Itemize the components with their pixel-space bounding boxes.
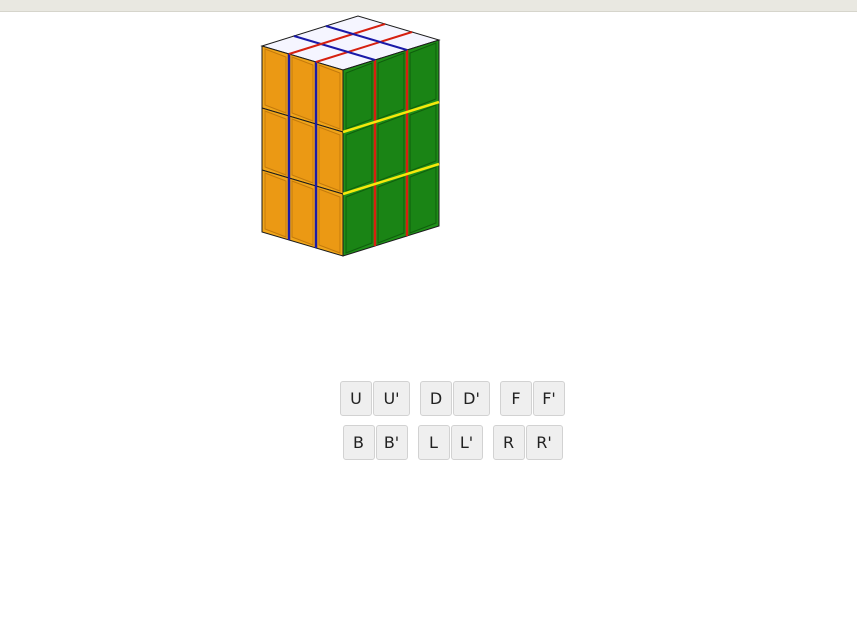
group-r: R R' — [492, 425, 563, 460]
move-r-button[interactable]: R — [492, 425, 525, 460]
move-u-button[interactable]: U — [340, 381, 372, 416]
move-row-1: U U' D D' F F' — [0, 381, 857, 416]
left-face-sticker-inner — [318, 64, 341, 130]
right-face-sticker-inner — [409, 42, 437, 110]
left-face-sticker-inner — [291, 56, 314, 122]
move-row-2: B B' L L' R R' — [0, 425, 857, 460]
move-d-button[interactable]: D — [420, 381, 452, 416]
left-face-sticker-inner — [264, 110, 287, 176]
move-b-button[interactable]: B — [342, 425, 375, 460]
rubiks-cube-3d-view[interactable] — [195, 8, 495, 298]
right-face-sticker-inner — [409, 166, 437, 234]
left-face-sticker-inner — [264, 172, 287, 238]
move-l-button[interactable]: L — [417, 425, 450, 460]
left-face-sticker-inner — [291, 180, 314, 246]
right-face-sticker-inner — [377, 114, 405, 182]
group-f: F F' — [500, 381, 565, 416]
group-b: B B' — [342, 425, 408, 460]
left-face-sticker-inner — [291, 118, 314, 184]
left-face-sticker-inner — [318, 126, 341, 192]
right-face-sticker-inner — [345, 62, 373, 130]
left-face-sticker-inner — [318, 188, 341, 254]
right-face-sticker-inner — [345, 186, 373, 254]
move-u-prime-button[interactable]: U' — [373, 381, 410, 416]
move-f-prime-button[interactable]: F' — [533, 381, 565, 416]
rubiks-cube[interactable] — [195, 8, 495, 298]
group-u: U U' — [340, 381, 410, 416]
right-face-sticker-inner — [377, 176, 405, 244]
right-face-sticker-inner — [409, 104, 437, 172]
right-face-sticker-inner — [345, 124, 373, 192]
move-b-prime-button[interactable]: B' — [375, 425, 408, 460]
right-face-sticker-inner — [377, 52, 405, 120]
move-r-prime-button[interactable]: R' — [525, 425, 563, 460]
move-l-prime-button[interactable]: L' — [450, 425, 483, 460]
move-d-prime-button[interactable]: D' — [453, 381, 490, 416]
move-f-button[interactable]: F — [500, 381, 532, 416]
group-l: L L' — [417, 425, 483, 460]
left-face-sticker-inner — [264, 48, 287, 114]
group-d: D D' — [420, 381, 490, 416]
move-controls: U U' D D' F F' B B' L L' R R' — [0, 381, 857, 469]
